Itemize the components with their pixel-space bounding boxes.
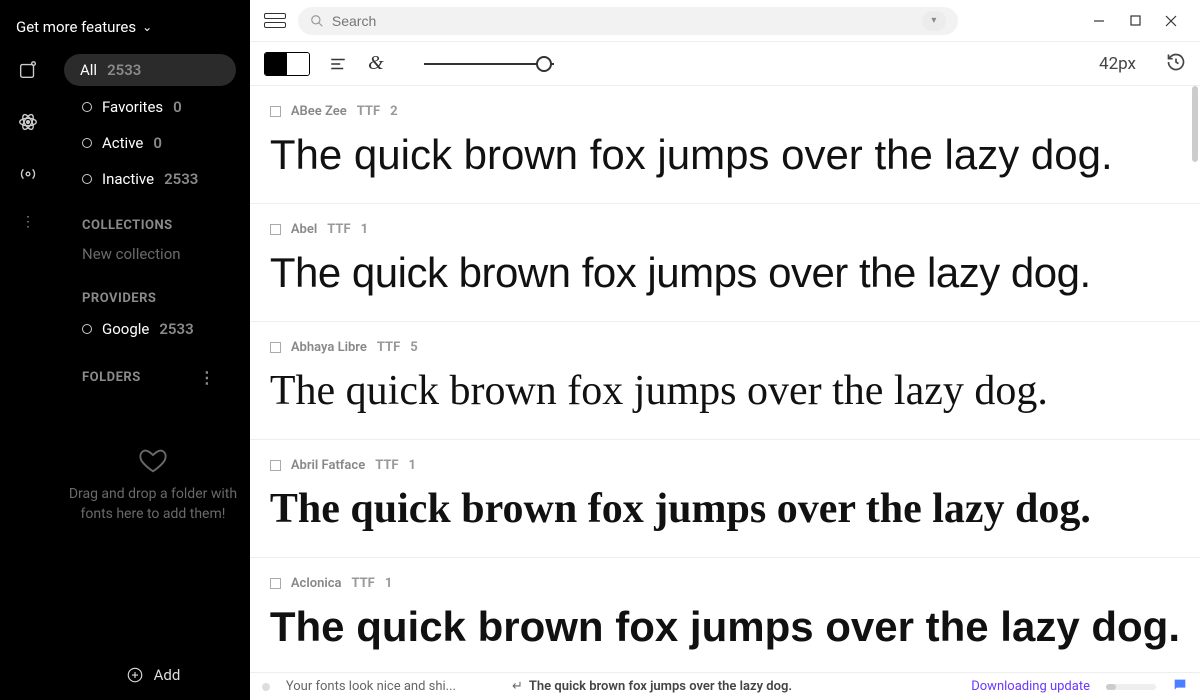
add-label: Add — [154, 666, 181, 684]
atom-icon[interactable] — [16, 110, 40, 134]
heart-icon — [138, 445, 168, 475]
minimize-button[interactable] — [1090, 12, 1108, 30]
fonts-tab-icon[interactable] — [16, 58, 40, 82]
checkbox-icon[interactable] — [270, 460, 281, 471]
font-name: Abel — [291, 222, 317, 237]
font-styles-count: 2 — [390, 104, 397, 119]
font-name: Aclonica — [291, 576, 342, 591]
folders-header: FOLDERS ⋮ — [64, 344, 236, 395]
font-name: ABee Zee — [291, 104, 347, 119]
slider-thumb[interactable] — [536, 56, 552, 72]
add-button[interactable]: Add — [56, 650, 250, 700]
get-more-features-link[interactable]: Get more features ⌄ — [16, 18, 152, 36]
font-name: Abhaya Libre — [291, 340, 367, 355]
search-input[interactable] — [332, 13, 914, 29]
chevron-down-icon: ⌄ — [142, 20, 152, 34]
more-icon[interactable]: ⋮ — [16, 214, 40, 230]
font-sample[interactable]: The quick brown fox jumps over the lazy … — [270, 485, 1180, 533]
checkbox-icon[interactable] — [270, 578, 281, 589]
chat-icon[interactable] — [1172, 677, 1188, 697]
all-label: All — [80, 61, 97, 79]
font-name: Abril Fatface — [291, 458, 365, 473]
search-icon — [310, 14, 324, 28]
folders-more-icon[interactable]: ⋮ — [199, 368, 216, 387]
scrollbar[interactable] — [1192, 86, 1198, 162]
font-row[interactable]: Abel TTF 1 The quick brown fox jumps over t… — [250, 204, 1200, 322]
checkbox-icon[interactable] — [270, 224, 281, 235]
sidebar-item-all[interactable]: All 2533 — [64, 54, 236, 86]
active-label: Active — [102, 134, 143, 152]
size-slider[interactable] — [424, 54, 574, 74]
font-sample[interactable]: The quick brown fox jumps over the lazy … — [270, 131, 1180, 179]
sidebar-item-active[interactable]: Active 0 — [64, 128, 236, 158]
broadcast-icon[interactable] — [16, 162, 40, 186]
font-format: TTF — [377, 340, 400, 355]
drop-hint-text: Drag and drop a folder with fonts here t… — [68, 485, 238, 524]
status-preview-text: The quick brown fox jumps over the lazy … — [529, 679, 792, 694]
font-row[interactable]: Aclonica TTF 1 The quick brown fox jumps ov… — [250, 558, 1200, 672]
ligatures-icon[interactable]: & — [366, 54, 386, 74]
sidebar-item-google[interactable]: Google 2533 — [64, 314, 236, 344]
font-row[interactable]: Abhaya Libre TTF 5 The quick brown fox jump… — [250, 322, 1200, 440]
bullet-icon — [82, 102, 92, 112]
close-button[interactable] — [1162, 12, 1180, 30]
font-format: TTF — [357, 104, 380, 119]
status-dot-icon — [262, 683, 270, 691]
history-icon[interactable] — [1166, 52, 1186, 76]
view-mode-icon[interactable] — [264, 13, 286, 28]
font-sample[interactable]: The quick brown fox jumps over the lazy … — [270, 249, 1180, 297]
font-row[interactable]: Abril Fatface TTF 1 The quick brown fox jum… — [250, 440, 1200, 558]
folder-drop-zone[interactable]: Drag and drop a folder with fonts here t… — [56, 395, 250, 650]
size-value: 42px — [1099, 54, 1136, 74]
font-format: TTF — [375, 458, 398, 473]
update-progress-bar — [1106, 684, 1156, 690]
provider-google-label: Google — [102, 320, 149, 338]
provider-google-count: 2533 — [159, 320, 193, 338]
status-left-text: Your fonts look nice and shi... — [286, 679, 456, 694]
maximize-button[interactable] — [1126, 12, 1144, 30]
favorites-count: 0 — [173, 98, 182, 116]
font-styles-count: 5 — [410, 340, 417, 355]
plus-circle-icon — [126, 666, 144, 684]
favorites-label: Favorites — [102, 98, 163, 116]
return-icon: ↵ — [512, 679, 523, 694]
font-sample[interactable]: The quick brown fox jumps over the lazy … — [270, 367, 1180, 415]
font-sample[interactable]: The quick brown fox jumps over the lazy … — [270, 603, 1180, 651]
all-count: 2533 — [107, 61, 141, 79]
checkbox-icon[interactable] — [270, 106, 281, 117]
font-styles-count: 1 — [361, 222, 368, 237]
downloading-update-label: Downloading update — [971, 679, 1090, 694]
font-format: TTF — [351, 576, 374, 591]
font-styles-count: 1 — [409, 458, 416, 473]
active-count: 0 — [153, 134, 162, 152]
sidebar-item-inactive[interactable]: Inactive 2533 — [64, 164, 236, 194]
align-left-icon[interactable] — [328, 54, 348, 74]
sidebar-item-favorites[interactable]: Favorites 0 — [64, 92, 236, 122]
new-collection-button[interactable]: New collection — [64, 241, 236, 267]
collections-header: COLLECTIONS — [64, 194, 236, 241]
search-filter-dropdown[interactable]: ▾ — [922, 11, 946, 31]
inactive-count: 2533 — [164, 170, 198, 188]
bullet-icon — [82, 138, 92, 148]
checkbox-icon[interactable] — [270, 342, 281, 353]
font-row[interactable]: ABee Zee TTF 2 The quick brown fox jumps ov… — [250, 86, 1200, 204]
font-styles-count: 1 — [385, 576, 392, 591]
bullet-icon — [82, 324, 92, 334]
inactive-label: Inactive — [102, 170, 154, 188]
search-field[interactable]: ▾ — [298, 7, 958, 35]
font-list[interactable]: ABee Zee TTF 2 The quick brown fox jumps ov… — [250, 86, 1200, 672]
color-mode-toggle[interactable] — [264, 52, 310, 76]
font-format: TTF — [327, 222, 350, 237]
bullet-icon — [82, 174, 92, 184]
providers-header: PROVIDERS — [64, 267, 236, 314]
get-more-features-label: Get more features — [16, 18, 136, 36]
